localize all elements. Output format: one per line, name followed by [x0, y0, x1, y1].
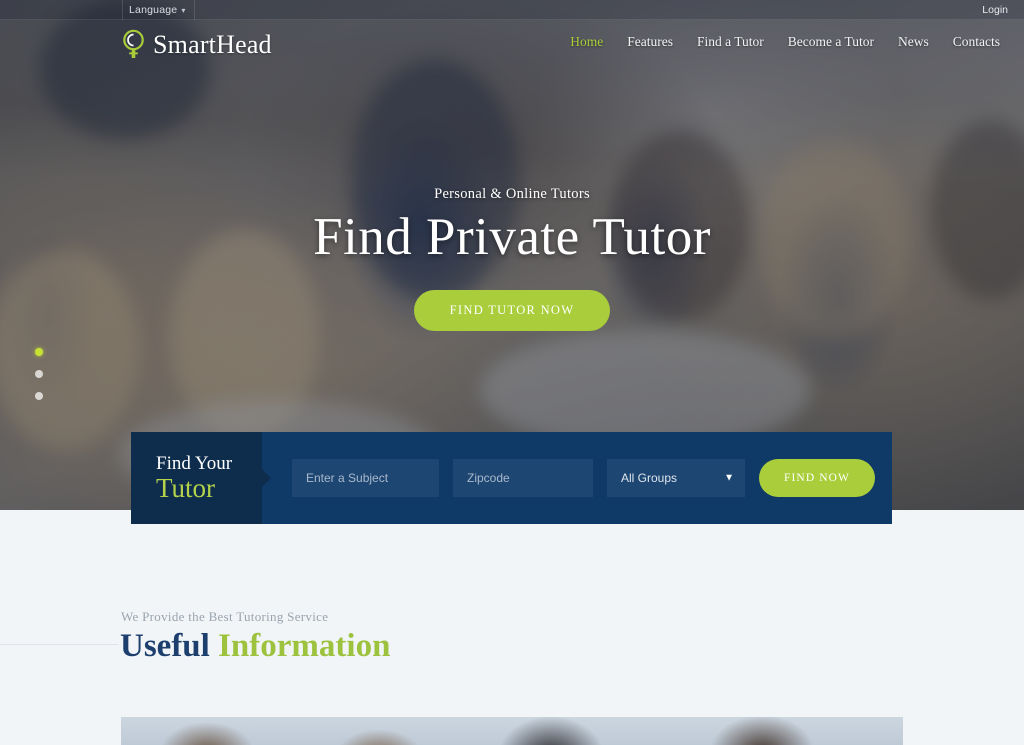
section-title-part2: Information: [218, 628, 391, 664]
section-title: Useful Information: [120, 627, 390, 667]
hero-title: Find Private Tutor: [313, 208, 711, 266]
slider-dot-2[interactable]: [35, 370, 43, 378]
site-header: SmartHead Home Features Find a Tutor Bec…: [0, 20, 1024, 78]
section-hairline: [0, 644, 118, 645]
lightbulb-magnifier-icon: [123, 29, 144, 58]
find-now-button[interactable]: FIND NOW: [759, 459, 875, 497]
search-panel-label: Find Your Tutor: [131, 432, 262, 524]
nav-item-news[interactable]: News: [898, 34, 929, 50]
login-link[interactable]: Login: [982, 0, 1008, 20]
language-label: Language: [129, 4, 178, 16]
zipcode-input[interactable]: [453, 459, 593, 497]
section-eyebrow: We Provide the Best Tutoring Service: [121, 609, 329, 624]
logo-text: SmartHead: [153, 30, 272, 59]
login-label: Login: [982, 4, 1008, 16]
chevron-down-icon: ▾: [181, 5, 186, 15]
hero-subtitle: Personal & Online Tutors: [434, 186, 590, 202]
main-navigation: Home Features Find a Tutor Become a Tuto…: [570, 34, 1000, 50]
search-panel-label-line1: Find Your: [156, 452, 233, 474]
nav-item-find-a-tutor[interactable]: Find a Tutor: [697, 34, 764, 50]
top-utility-bar: Language ▾ Login: [0, 0, 1024, 20]
hero-content: Personal & Online Tutors Find Private Tu…: [0, 186, 1024, 332]
slider-dot-1[interactable]: [35, 348, 43, 356]
find-tutor-now-button[interactable]: FIND TUTOR NOW: [413, 290, 611, 332]
group-select[interactable]: All Groups: [607, 459, 745, 497]
landing-page: Language ▾ Login SmartHead Home Features…: [0, 0, 1024, 745]
logo[interactable]: SmartHead: [121, 28, 272, 62]
language-selector[interactable]: Language ▾: [122, 0, 195, 20]
slider-dots: [35, 348, 43, 400]
slider-dot-3[interactable]: [35, 392, 43, 400]
search-panel-label-line2: Tutor: [156, 472, 216, 503]
subject-input[interactable]: [292, 459, 439, 497]
find-tutor-search-panel: Find Your Tutor All Groups ▼ FIND NOW: [131, 432, 892, 524]
useful-information-section: We Provide the Best Tutoring Service Use…: [0, 510, 1024, 745]
nav-item-contacts[interactable]: Contacts: [953, 34, 1000, 50]
search-panel-fields: All Groups ▼ FIND NOW: [262, 432, 906, 524]
nav-item-home[interactable]: Home: [570, 34, 603, 50]
group-select-wrapper: All Groups ▼: [607, 459, 745, 497]
section-photo: [121, 717, 903, 745]
nav-item-become-a-tutor[interactable]: Become a Tutor: [788, 34, 874, 50]
nav-item-features[interactable]: Features: [627, 34, 673, 50]
section-title-part1: Useful: [120, 628, 210, 664]
